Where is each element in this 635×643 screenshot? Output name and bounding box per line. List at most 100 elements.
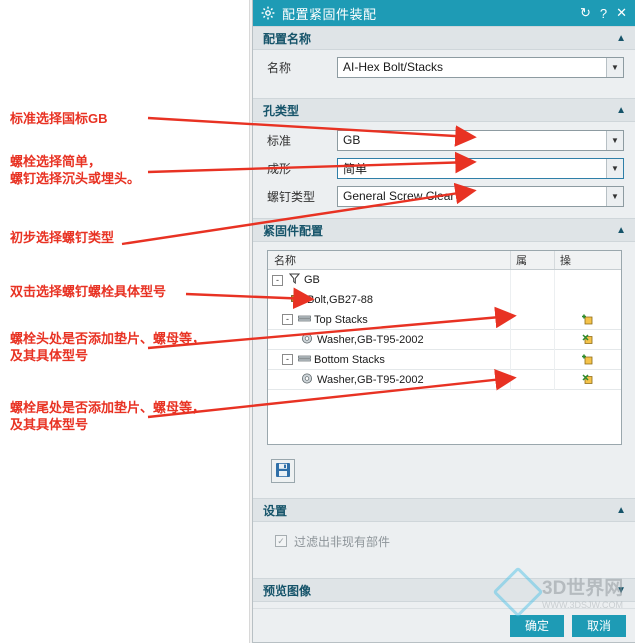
hole-forming-combo[interactable]: 简单 ▼ [337, 157, 624, 179]
gear-icon [261, 6, 275, 20]
section-hole-type: 孔类型 ▲ 标准 GB ▼ 成形 简单 ▼ 螺钉类型 General Screw… [253, 98, 635, 214]
tree-label: Washer,GB-T95-2002 [317, 333, 424, 346]
tree-label: Washer,GB-T95-2002 [317, 373, 424, 386]
hole-forming-value: 简单 [343, 161, 368, 176]
delete-icon[interactable] [555, 370, 621, 390]
hole-standard-row: 标准 GB ▼ [253, 126, 635, 154]
tree-label: Top Stacks [314, 313, 368, 326]
column-header-name: 名称 [268, 251, 511, 269]
watermark: 3D世界网 WWW.3DSJW.COM [492, 566, 624, 617]
chevron-up-icon[interactable]: ▲ [616, 505, 635, 516]
cell-action [555, 270, 621, 290]
section-config-name-header[interactable]: 配置名称 ▲ [253, 26, 635, 50]
diamond-logo [492, 566, 544, 617]
cell-property [511, 349, 555, 370]
chevron-up-icon[interactable]: ▲ [616, 33, 635, 44]
section-fastener-config: 紧固件配置 ▲ 名称 属 操 - GB Bolt,GB27-88 - Top S… [253, 218, 635, 498]
annotation-pane: 标准选择国标GB 螺栓选择简单， 螺钉选择沉头或埋头。 初步选择螺钉类型 双击选… [0, 0, 252, 643]
fastener-tree-header: 名称 属 操 [268, 251, 621, 270]
hole-forming-label: 成形 [267, 161, 292, 176]
annotation-bottom-stacks: 螺栓尾处是否添加垫片、螺母等， 及其具体型号 [10, 400, 206, 432]
dialog-footer: 确定 取消 [253, 608, 635, 642]
screw-type-row: 螺钉类型 General Screw Clear ▼ [253, 182, 635, 210]
close-icon[interactable]: ✕ [616, 5, 627, 21]
section-fastener-config-body: 名称 属 操 - GB Bolt,GB27-88 - Top Stacks Wa… [253, 242, 635, 497]
fastener-tree[interactable]: 名称 属 操 - GB Bolt,GB27-88 - Top Stacks Wa… [267, 250, 622, 445]
expander-icon[interactable]: - [282, 354, 293, 365]
chevron-down-icon[interactable]: ▼ [606, 130, 623, 150]
bolt-icon [290, 293, 304, 307]
cell-property [511, 309, 555, 330]
expander-icon[interactable]: - [272, 274, 283, 286]
chevron-up-icon[interactable]: ▲ [616, 105, 635, 116]
stack-icon [297, 313, 311, 327]
chevron-down-icon[interactable]: ▼ [606, 186, 623, 206]
screw-type-value: General Screw Clear [343, 189, 455, 203]
filter-existing-checkbox-row[interactable]: ✓ 过滤出非现有部件 [253, 528, 635, 554]
cell-property [511, 369, 555, 390]
table-row[interactable]: - Top Stacks [268, 309, 621, 330]
screw-type-combo[interactable]: General Screw Clear ▼ [337, 185, 624, 207]
cancel-button[interactable]: 取消 [572, 614, 626, 637]
annotation-forming: 螺栓选择简单， 螺钉选择沉头或埋头。 [10, 154, 141, 186]
section-hole-type-header[interactable]: 孔类型 ▲ [253, 98, 635, 122]
washer-icon [300, 333, 314, 347]
hole-standard-combo[interactable]: GB ▼ [337, 129, 624, 151]
dialog-title: 配置紧固件装配 [282, 6, 377, 22]
tree-label: Bottom Stacks [314, 353, 385, 366]
watermark-subtext: WWW.3DSJW.COM [542, 600, 623, 610]
section-fastener-config-header[interactable]: 紧固件配置 ▲ [253, 218, 635, 242]
annotation-standard: 标准选择国标GB [10, 111, 108, 126]
refresh-icon[interactable]: ↻ [580, 5, 591, 21]
chevron-down-icon[interactable]: ▼ [606, 158, 623, 178]
hole-standard-label: 标准 [267, 133, 292, 148]
filter-existing-label: 过滤出非现有部件 [294, 534, 391, 549]
section-preview-title: 预览图像 [263, 583, 312, 598]
help-icon[interactable]: ? [600, 6, 607, 21]
column-header-action: 操 [560, 255, 571, 267]
section-settings-title: 设置 [263, 503, 288, 518]
stack-icon [297, 353, 311, 367]
washer-icon [300, 373, 314, 387]
config-name-row: 名称 AI-Hex Bolt/Stacks ▼ [253, 50, 635, 84]
config-name-value: AI-Hex Bolt/Stacks [343, 60, 444, 74]
tree-label: GB [304, 274, 320, 286]
table-row[interactable]: Washer,GB-T95-2002 [268, 329, 621, 350]
fastener-config-dialog: 配置紧固件装配 ↻ ? ✕ 配置名称 ▲ 名称 AI-Hex Bolt/Stac… [252, 0, 635, 643]
config-name-label: 名称 [267, 60, 292, 75]
section-config-name: 配置名称 ▲ 名称 AI-Hex Bolt/Stacks ▼ [253, 26, 635, 86]
tree-label: Bolt,GB27-88 [307, 294, 374, 306]
dialog-titlebar: 配置紧固件装配 ↻ ? ✕ [253, 0, 635, 26]
save-icon [275, 462, 291, 481]
hole-forming-row: 成形 简单 ▼ [253, 154, 635, 182]
chevron-up-icon[interactable]: ▲ [616, 225, 635, 236]
table-row[interactable]: Bolt,GB27-88 [268, 290, 621, 310]
save-button[interactable] [271, 459, 295, 483]
cell-property [511, 270, 555, 290]
chevron-down-icon[interactable]: ▼ [606, 57, 623, 77]
add-icon[interactable] [555, 310, 621, 330]
ok-button[interactable]: 确定 [510, 614, 564, 637]
delete-icon[interactable] [555, 330, 621, 350]
checkbox-icon[interactable]: ✓ [275, 535, 287, 547]
config-name-combo[interactable]: AI-Hex Bolt/Stacks ▼ [337, 56, 624, 78]
filter-icon [287, 273, 301, 287]
cell-property [511, 329, 555, 350]
table-row[interactable]: - Bottom Stacks [268, 349, 621, 370]
expander-icon[interactable]: - [282, 314, 293, 325]
section-config-name-body: 名称 AI-Hex Bolt/Stacks ▼ [253, 50, 635, 86]
screw-type-label: 螺钉类型 [267, 189, 316, 204]
section-hole-type-title: 孔类型 [263, 103, 300, 118]
section-settings-header[interactable]: 设置 ▲ [253, 498, 635, 522]
annotation-screw-type: 初步选择螺钉类型 [10, 230, 115, 245]
section-settings-body: ✓ 过滤出非现有部件 [253, 522, 635, 574]
table-row[interactable]: - GB [268, 270, 621, 290]
watermark-text: 3D世界网 [542, 578, 624, 599]
table-row[interactable]: Washer,GB-T95-2002 [268, 369, 621, 390]
section-hole-type-body: 标准 GB ▼ 成形 简单 ▼ 螺钉类型 General Screw Clear… [253, 122, 635, 214]
annotation-top-stacks: 螺栓头处是否添加垫片、螺母等， 及其具体型号 [10, 331, 206, 363]
annotation-double-click: 双击选择螺钉螺栓具体型号 [10, 284, 167, 299]
column-header-property: 属 [511, 251, 555, 269]
annotation-pane-surface [0, 0, 250, 643]
add-icon[interactable] [555, 350, 621, 370]
